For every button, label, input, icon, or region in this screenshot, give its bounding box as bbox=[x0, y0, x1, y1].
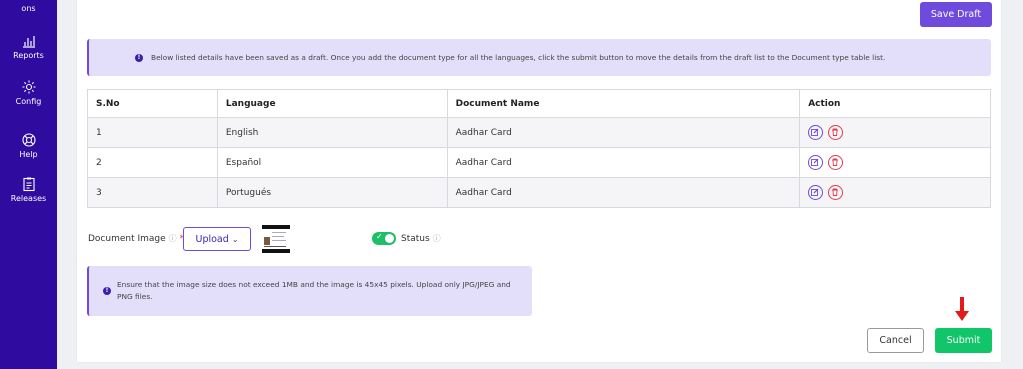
column-header: S.No bbox=[87, 89, 218, 118]
info-icon: ! bbox=[135, 53, 143, 62]
table-row: 1 English Aadhar Card bbox=[87, 117, 991, 148]
cancel-button[interactable]: Cancel bbox=[867, 328, 924, 353]
sidebar-item-help[interactable]: Help bbox=[0, 132, 57, 159]
check-icon: ✓ bbox=[376, 232, 383, 241]
document-thumbnail[interactable] bbox=[262, 225, 290, 253]
edit-icon[interactable] bbox=[808, 155, 824, 170]
table-row: 3 Portugués Aadhar Card bbox=[87, 177, 991, 208]
draft-info-banner: ! Below listed details have been saved a… bbox=[87, 39, 991, 76]
sidebar-item-partial[interactable]: ons bbox=[0, 4, 57, 13]
cell-sno: 2 bbox=[87, 147, 218, 178]
status-label: Status ⓘ bbox=[401, 233, 441, 244]
cell-document-name: Aadhar Card bbox=[446, 177, 801, 208]
upload-label: Upload bbox=[195, 233, 229, 245]
cell-action bbox=[799, 117, 991, 148]
cell-language: Portugués bbox=[216, 177, 448, 208]
image-note-text: Ensure that the image size does not exce… bbox=[117, 280, 511, 301]
cell-language: Español bbox=[216, 147, 448, 178]
sidebar-item-config[interactable]: Config bbox=[0, 79, 57, 106]
sidebar-item-label: Config bbox=[15, 97, 42, 106]
sidebar-item-label: Reports bbox=[13, 51, 44, 60]
cell-language: English bbox=[216, 117, 448, 148]
document-image-label: Document Image ⓘ * : bbox=[88, 233, 190, 244]
thumbnail-photo bbox=[264, 237, 270, 245]
upload-button[interactable]: Upload ⌄ bbox=[183, 227, 251, 251]
thumbnail-card bbox=[262, 229, 290, 249]
column-header: Language bbox=[216, 89, 448, 118]
draft-info-text: Below listed details have been saved as … bbox=[151, 53, 886, 62]
help-icon[interactable]: ⓘ bbox=[169, 234, 177, 243]
thumbnail-line bbox=[272, 236, 284, 237]
delete-icon[interactable] bbox=[828, 125, 844, 140]
toggle-knob bbox=[385, 234, 394, 243]
cell-document-name: Aadhar Card bbox=[446, 147, 801, 178]
status-text: Status bbox=[401, 234, 430, 244]
bar-chart-icon bbox=[0, 33, 57, 49]
cell-action bbox=[799, 147, 991, 178]
thumbnail-line bbox=[272, 232, 286, 233]
cell-sno: 3 bbox=[87, 177, 218, 208]
delete-icon[interactable] bbox=[828, 155, 844, 170]
info-icon: ! bbox=[103, 287, 111, 295]
draft-table: S.No Language Document Name Action 1 Eng… bbox=[87, 89, 991, 208]
save-draft-button[interactable]: Save Draft bbox=[920, 2, 992, 27]
table-header-row: S.No Language Document Name Action bbox=[87, 89, 991, 118]
sidebar-item-releases[interactable]: Releases bbox=[0, 176, 57, 203]
cell-sno: 1 bbox=[87, 117, 218, 148]
help-icon[interactable]: ⓘ bbox=[433, 234, 441, 243]
cell-document-name: Aadhar Card bbox=[446, 117, 801, 148]
thumbnail-line bbox=[264, 246, 286, 247]
lifebuoy-icon bbox=[0, 132, 57, 148]
sidebar-item-label: Releases bbox=[10, 194, 47, 203]
delete-icon[interactable] bbox=[828, 185, 844, 200]
column-header: Action bbox=[799, 89, 991, 118]
document-image-text: Document Image bbox=[88, 234, 166, 244]
clipboard-icon bbox=[0, 176, 57, 192]
sidebar-item-label: Help bbox=[19, 150, 38, 159]
submit-button[interactable]: Submit bbox=[935, 328, 992, 353]
sidebar-item-label: ons bbox=[21, 4, 36, 13]
thumbnail-line bbox=[272, 240, 286, 241]
gear-icon bbox=[0, 79, 57, 95]
sidebar-item-reports[interactable]: Reports bbox=[0, 33, 57, 60]
column-header: Document Name bbox=[446, 89, 801, 118]
sidebar: ons Reports Config Help Releases bbox=[0, 0, 57, 369]
edit-icon[interactable] bbox=[808, 125, 824, 140]
arrow-down-icon bbox=[955, 297, 969, 321]
edit-icon[interactable] bbox=[808, 185, 824, 200]
table-row: 2 Español Aadhar Card bbox=[87, 147, 991, 178]
chevron-down-icon: ⌄ bbox=[231, 234, 239, 244]
status-toggle[interactable]: ✓ bbox=[372, 232, 396, 245]
main-panel: Save Draft ! Below listed details have b… bbox=[77, 0, 1001, 362]
cell-action bbox=[799, 177, 991, 208]
image-note-banner: ! Ensure that the image size does not ex… bbox=[87, 266, 532, 316]
